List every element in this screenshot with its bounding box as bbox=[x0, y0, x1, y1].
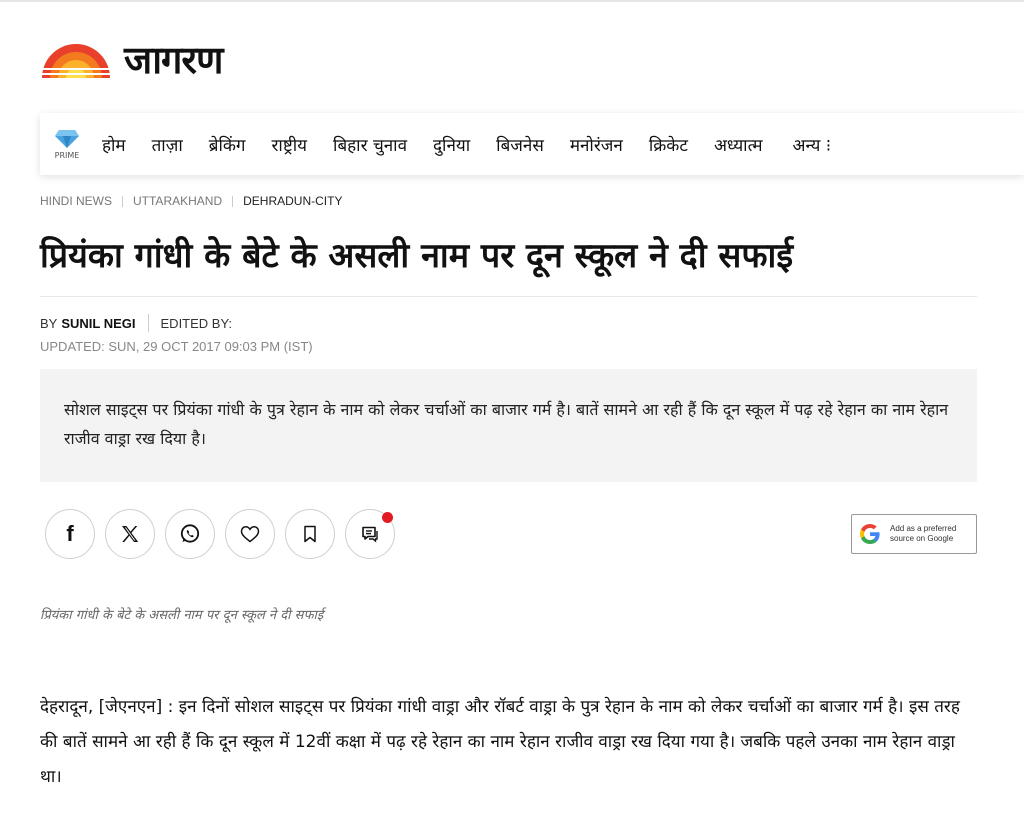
image-caption: प्रियंका गांधी के बेटे के असली नाम पर दू… bbox=[40, 608, 324, 623]
article-body: देहरादून, [जेएनएन] : इन दिनों सोशल साइट्… bbox=[40, 697, 960, 787]
breadcrumb-separator bbox=[122, 195, 123, 207]
main-navigation: PRIME होम ताज़ा ब्रेकिंग राष्ट्रीय बिहार… bbox=[40, 113, 1024, 175]
facebook-icon: f bbox=[66, 521, 74, 546]
nav-item-spirituality[interactable]: अध्यात्म bbox=[714, 133, 763, 156]
notification-dot bbox=[382, 512, 393, 523]
google-button-label: Add as a preferred source on Google bbox=[890, 524, 957, 543]
byline-prefix: BY bbox=[40, 315, 58, 331]
byline-separator bbox=[147, 314, 149, 332]
bookmark-icon bbox=[304, 525, 316, 543]
nav-item-world[interactable]: दुनिया bbox=[433, 133, 470, 156]
nav-item-business[interactable]: बिजनेस bbox=[496, 133, 544, 156]
nav-item-national[interactable]: राष्ट्रीय bbox=[271, 133, 307, 156]
comment-icon bbox=[362, 526, 378, 543]
nav-item-more[interactable]: अन्य ⁝ bbox=[793, 133, 832, 156]
x-icon bbox=[122, 526, 139, 542]
logo-wordmark: जागरण bbox=[124, 38, 223, 82]
diamond-icon bbox=[55, 129, 79, 148]
title-divider bbox=[40, 296, 977, 297]
byline: BY SUNIL NEGI EDITED BY: bbox=[40, 314, 232, 332]
author-name[interactable]: SUNIL NEGI bbox=[61, 316, 135, 331]
site-logo[interactable]: जागरण bbox=[40, 38, 223, 82]
breadcrumb: HINDI NEWS UTTARAKHAND DEHRADUN-CITY bbox=[40, 194, 342, 208]
breadcrumb-separator bbox=[232, 195, 234, 207]
like-button[interactable] bbox=[225, 509, 275, 559]
nav-item-latest[interactable]: ताज़ा bbox=[152, 133, 183, 156]
nav-item-bihar-election[interactable]: बिहार चुनाव bbox=[333, 133, 407, 156]
heart-icon bbox=[240, 526, 260, 543]
breadcrumb-dehradun-city[interactable]: DEHRADUN-CITY bbox=[243, 194, 342, 208]
nav-item-home[interactable]: होम bbox=[102, 133, 126, 156]
article-title: प्रियंका गांधी के बेटे के असली नाम पर दू… bbox=[40, 236, 794, 276]
bookmark-button[interactable] bbox=[285, 509, 335, 559]
whatsapp-icon bbox=[180, 524, 200, 543]
google-preferred-source-button[interactable]: Add as a preferred source on Google bbox=[851, 514, 977, 554]
nav-item-cricket[interactable]: क्रिकेट bbox=[649, 133, 688, 156]
share-bar: f bbox=[45, 509, 405, 559]
prime-label: PRIME bbox=[54, 150, 80, 160]
whatsapp-share-button[interactable] bbox=[165, 509, 215, 559]
article-summary: सोशल साइट्स पर प्रियंका गांधी के पुत्र र… bbox=[40, 369, 977, 482]
breadcrumb-hindi-news[interactable]: HINDI NEWS bbox=[40, 194, 112, 208]
updated-timestamp: UPDATED: SUN, 29 OCT 2017 09:03 PM (IST) bbox=[40, 339, 313, 354]
comments-button[interactable] bbox=[345, 509, 395, 559]
top-border bbox=[0, 0, 1024, 2]
nav-item-breaking[interactable]: ब्रेकिंग bbox=[209, 133, 246, 156]
breadcrumb-uttarakhand[interactable]: UTTARAKHAND bbox=[133, 194, 222, 208]
nav-item-entertainment[interactable]: मनोरंजन bbox=[570, 133, 623, 156]
x-share-button[interactable] bbox=[105, 509, 155, 559]
google-icon bbox=[860, 524, 880, 544]
sun-logo-icon bbox=[40, 44, 112, 78]
prime-link[interactable]: PRIME bbox=[42, 129, 92, 160]
facebook-share-button[interactable]: f bbox=[45, 509, 95, 559]
edited-by-label: EDITED BY: bbox=[160, 315, 233, 331]
